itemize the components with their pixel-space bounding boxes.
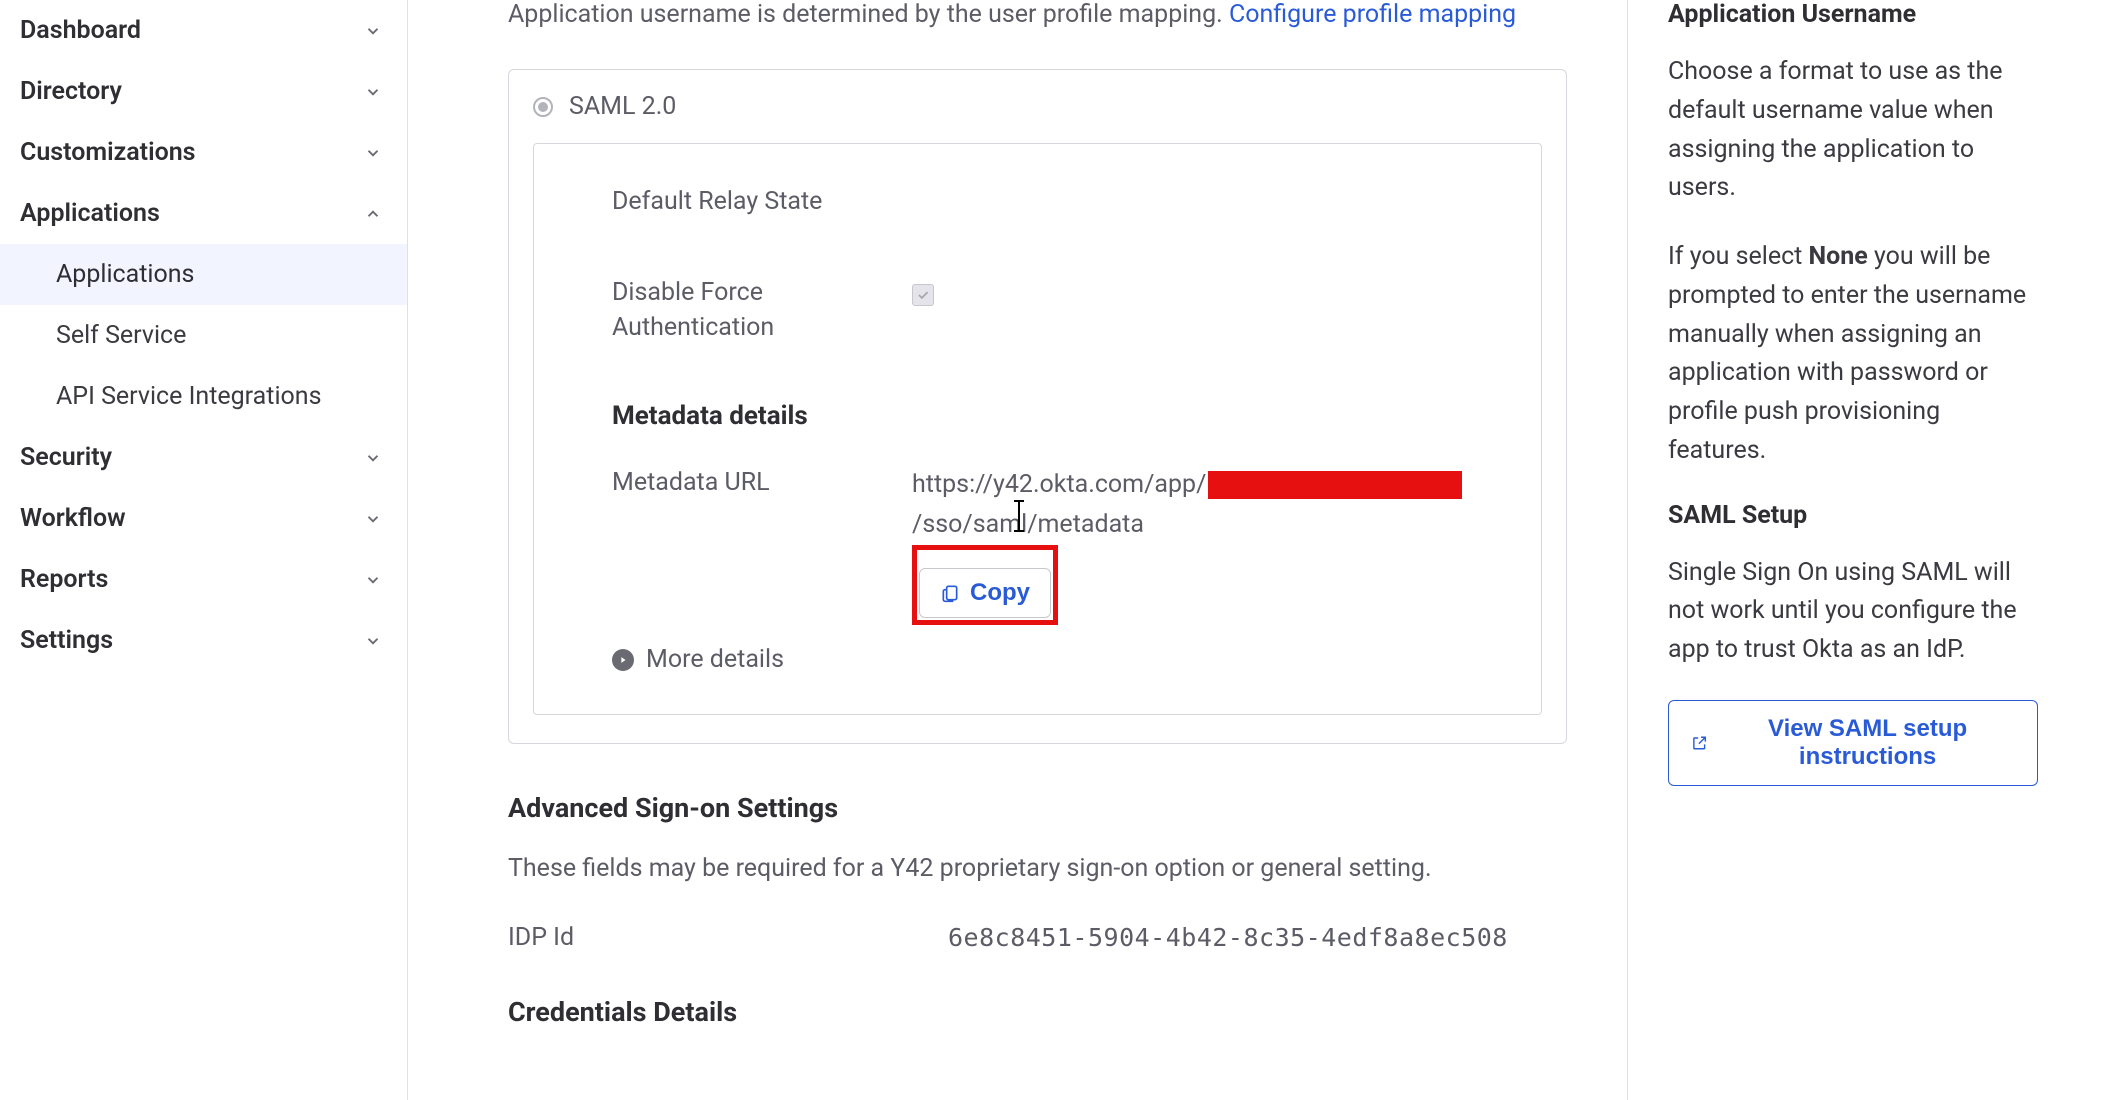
radio-selected-icon [533,97,553,117]
arrow-right-circle-icon [612,649,634,671]
chevron-up-icon [363,204,383,224]
idp-id-row: IDP Id 6e8c8451-5904-4b42-8c35-4edf8a8ec… [508,923,1567,952]
default-relay-state-label: Default Relay State [612,184,872,219]
view-saml-setup-button[interactable]: View SAML setup instructions [1668,700,2038,786]
right-panel: Application Username Choose a format to … [1628,0,2078,1100]
sidebar-item-applications[interactable]: Applications [0,183,407,244]
advanced-signon-head: Advanced Sign-on Settings [508,792,1567,824]
copy-button[interactable]: Copy [919,568,1051,618]
clipboard-icon [940,583,960,603]
sidebar-item-label: Workflow [20,504,126,533]
sidebar-item-label: Self Service [56,321,186,350]
checkbox-disabled-icon [912,284,934,306]
application-username-desc2: If you select None you will be prompted … [1668,238,2038,471]
advanced-signon-desc: These fields may be required for a Y42 p… [508,854,1567,883]
sidebar-item-customizations[interactable]: Customizations [0,122,407,183]
sidebar-item-settings[interactable]: Settings [0,610,407,671]
sidebar-item-label: Settings [20,626,113,655]
chevron-down-icon [363,570,383,590]
text-cursor-icon [1018,501,1020,531]
default-relay-state-value [912,184,1481,219]
chevron-down-icon [363,21,383,41]
sidebar-item-directory[interactable]: Directory [0,61,407,122]
saml-label: SAML 2.0 [569,92,676,121]
configure-profile-mapping-link[interactable]: Configure profile mapping [1229,0,1516,29]
sidebar-item-label: Reports [20,565,108,594]
metadata-details-head: Metadata details [612,401,1481,431]
saml-details-card: Default Relay State Disable Force Authen… [533,143,1542,715]
chevron-down-icon [363,631,383,651]
sidebar-subitem-applications[interactable]: Applications [0,244,407,305]
disable-force-auth-value [912,275,1481,345]
sidebar-item-label: Applications [20,199,160,228]
sidebar-item-label: Dashboard [20,16,141,45]
sidebar-item-label: Customizations [20,138,196,167]
sidebar-item-workflow[interactable]: Workflow [0,488,407,549]
main-content: Application username is determined by th… [408,0,1628,1100]
metadata-url-row: Metadata URL https://y42.okta.com/app//s… [612,465,1481,625]
chevron-down-icon [363,82,383,102]
copy-button-highlight: Copy [912,545,1058,625]
chevron-down-icon [363,509,383,529]
metadata-url-value: https://y42.okta.com/app//sso/saml/metad… [912,465,1481,625]
chevron-down-icon [363,448,383,468]
metadata-url-label: Metadata URL [612,465,872,625]
idp-id-label: IDP Id [508,923,908,952]
more-details-toggle[interactable]: More details [612,645,1481,674]
external-link-icon [1691,733,1708,753]
saml-radio-row[interactable]: SAML 2.0 [533,92,1542,121]
idp-id-value: 6e8c8451-5904-4b42-8c35-4edf8a8ec508 [948,923,1508,952]
sidebar-item-reports[interactable]: Reports [0,549,407,610]
disable-force-auth-row: Disable Force Authentication [612,275,1481,345]
sidebar-item-security[interactable]: Security [0,427,407,488]
sidebar: Dashboard Directory Customizations Appli… [0,0,408,1100]
intro-text: Application username is determined by th… [508,0,1567,29]
chevron-down-icon [363,143,383,163]
sidebar-item-label: Security [20,443,112,472]
application-username-head: Application Username [1668,0,2038,29]
sidebar-item-dashboard[interactable]: Dashboard [0,0,407,61]
saml-setup-desc: Single Sign On using SAML will not work … [1668,554,2038,670]
credentials-details-head: Credentials Details [508,996,1567,1028]
sidebar-item-label: API Service Integrations [56,382,322,411]
sidebar-item-label: Applications [56,260,194,289]
default-relay-state-row: Default Relay State [612,184,1481,219]
sidebar-subitem-api-service-integrations[interactable]: API Service Integrations [0,366,407,427]
disable-force-auth-label: Disable Force Authentication [612,275,872,345]
application-username-desc1: Choose a format to use as the default us… [1668,53,2038,208]
saml-setup-head: SAML Setup [1668,501,2038,530]
sidebar-subitem-self-service[interactable]: Self Service [0,305,407,366]
saml-card: SAML 2.0 Default Relay State Disable For… [508,69,1567,744]
sidebar-item-label: Directory [20,77,122,106]
redacted-block [1208,471,1462,499]
